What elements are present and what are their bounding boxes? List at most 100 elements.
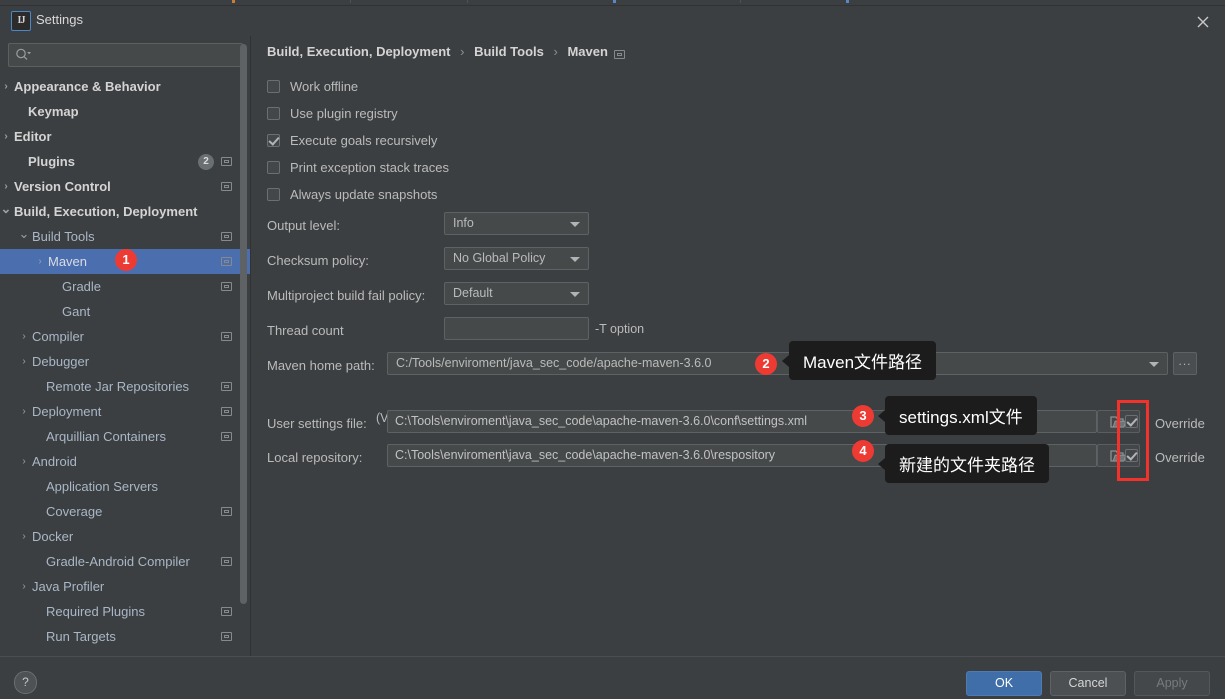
sidebar-item-application-servers[interactable]: Application Servers <box>0 474 250 499</box>
maven-settings-panel: Build, Execution, Deployment › Build Too… <box>251 36 1225 656</box>
sidebar-item-run-targets[interactable]: Run Targets <box>0 624 250 649</box>
chevron-right-icon[interactable]: › <box>18 574 30 599</box>
sidebar-item-gradle[interactable]: Gradle <box>0 274 250 299</box>
bg-tab-marker-3 <box>467 0 468 3</box>
project-scope-icon[interactable] <box>221 607 232 616</box>
project-scope-icon[interactable] <box>221 557 232 566</box>
chevron-down-icon <box>570 222 580 227</box>
output-level-select[interactable]: Info <box>444 212 589 235</box>
ok-button[interactable]: OK <box>966 671 1042 696</box>
user-settings-override-label: Override <box>1155 416 1205 431</box>
chevron-right-icon[interactable]: › <box>18 349 30 374</box>
maven-home-path-combo[interactable]: C:/Tools/enviroment/java_sec_code/apache… <box>387 352 1168 375</box>
search-box[interactable] <box>8 43 243 67</box>
sidebar-item-gradle-android-compiler[interactable]: Gradle-Android Compiler <box>0 549 250 574</box>
sidebar-item-android[interactable]: › Android <box>0 449 250 474</box>
help-button[interactable]: ? <box>14 671 37 694</box>
close-icon[interactable] <box>1191 10 1215 32</box>
maven-home-path-value: C:/Tools/enviroment/java_sec_code/apache… <box>396 356 712 370</box>
multiproject-policy-value: Default <box>453 286 493 300</box>
chevron-right-icon[interactable]: › <box>0 124 12 149</box>
bg-tab-marker-6 <box>846 0 849 3</box>
sidebar-item-debugger[interactable]: › Debugger <box>0 349 250 374</box>
project-scope-icon[interactable] <box>221 432 232 441</box>
checksum-policy-select[interactable]: No Global Policy <box>444 247 589 270</box>
local-repository-override-checkbox[interactable] <box>1122 446 1142 466</box>
project-scope-icon[interactable] <box>221 182 232 191</box>
local-repository-label: Local repository: <box>267 450 363 465</box>
breadcrumb-part-3[interactable]: Maven <box>567 44 607 59</box>
sidebar-item-coverage[interactable]: Coverage <box>0 499 250 524</box>
project-scope-icon[interactable] <box>221 232 232 241</box>
project-scope-icon[interactable] <box>221 282 232 291</box>
project-scope-icon[interactable] <box>221 257 232 266</box>
settings-tree[interactable]: › Appearance & Behavior Keymap › Editor Plugi… <box>0 74 250 656</box>
sidebar-item-gant[interactable]: Gant <box>0 299 250 324</box>
local-repository-value: C:\Tools\enviroment\java_sec_code\apache… <box>395 448 776 462</box>
sidebar-item-label: Plugins <box>28 154 75 169</box>
sidebar-scrollbar[interactable] <box>240 44 247 604</box>
chevron-down-icon <box>1149 362 1159 367</box>
sidebar-item-editor[interactable]: › Editor <box>0 124 250 149</box>
chevron-down-icon[interactable]: ⌄ <box>18 224 30 249</box>
project-scope-icon[interactable] <box>221 157 232 166</box>
chevron-right-icon[interactable]: › <box>0 74 12 99</box>
breadcrumb-part-1[interactable]: Build, Execution, Deployment <box>267 44 450 59</box>
maven-home-browse-button[interactable]: ... <box>1173 352 1197 375</box>
thread-count-input[interactable] <box>444 317 589 340</box>
chevron-right-icon[interactable]: › <box>18 324 30 349</box>
sidebar-item-plugins[interactable]: Plugins 2 <box>0 149 250 174</box>
sidebar-item-build-execution-deployment[interactable]: ⌄ Build, Execution, Deployment <box>0 199 250 224</box>
sidebar-item-appearance-behavior[interactable]: › Appearance & Behavior <box>0 74 250 99</box>
apply-button[interactable]: Apply <box>1134 671 1210 696</box>
breadcrumb-part-2[interactable]: Build Tools <box>474 44 544 59</box>
sidebar-item-required-plugins[interactable]: Required Plugins <box>0 599 250 624</box>
sidebar-item-label: Version Control <box>14 179 111 194</box>
dialog-title: Settings <box>36 12 83 27</box>
project-scope-icon[interactable] <box>221 632 232 641</box>
user-settings-override-checkbox[interactable] <box>1122 412 1142 432</box>
search-input[interactable] <box>39 44 238 66</box>
output-level-label: Output level: <box>267 218 340 233</box>
project-scope-icon[interactable] <box>221 507 232 516</box>
breadcrumb-config-icon[interactable] <box>614 50 625 59</box>
output-level-value: Info <box>453 216 474 230</box>
chevron-right-icon[interactable]: › <box>34 249 46 274</box>
thread-count-hint: -T option <box>595 322 645 336</box>
thread-count-label: Thread count <box>267 323 344 338</box>
breadcrumb-separator-icon: › <box>553 44 558 59</box>
maven-home-browse-label: ... <box>1178 354 1192 368</box>
sidebar-item-label: Application Servers <box>46 479 158 494</box>
project-scope-icon[interactable] <box>221 407 232 416</box>
sidebar-item-docker[interactable]: › Docker <box>0 524 250 549</box>
chevron-down-icon[interactable]: ⌄ <box>0 199 12 224</box>
settings-dialog-window: IJ Settings › Appearance & Behavior Keym… <box>0 0 1225 699</box>
chevron-right-icon[interactable]: › <box>18 524 30 549</box>
chevron-down-icon <box>570 292 580 297</box>
sidebar-item-arquillian-containers[interactable]: Arquillian Containers <box>0 424 250 449</box>
cancel-button[interactable]: Cancel <box>1050 671 1126 696</box>
chevron-right-icon[interactable]: › <box>18 399 30 424</box>
project-scope-icon[interactable] <box>221 382 232 391</box>
checksum-policy-label: Checksum policy: <box>267 253 369 268</box>
annotation-tooltip-3: settings.xml文件 <box>878 396 1037 435</box>
project-scope-icon[interactable] <box>221 332 232 341</box>
multiproject-policy-label: Multiproject build fail policy: <box>267 288 426 303</box>
sidebar-item-label: Remote Jar Repositories <box>46 379 190 394</box>
sidebar-item-label: Required Plugins <box>46 604 146 619</box>
sidebar-item-java-profiler[interactable]: › Java Profiler <box>0 574 250 599</box>
sidebar-item-compiler[interactable]: › Compiler <box>0 324 250 349</box>
annotation-badge-4: 4 <box>852 440 874 462</box>
sidebar-item-deployment[interactable]: › Deployment <box>0 399 250 424</box>
sidebar-item-keymap[interactable]: Keymap <box>0 99 250 124</box>
checkbox-label: Print exception stack traces <box>290 160 449 175</box>
multiproject-policy-select[interactable]: Default <box>444 282 589 305</box>
chevron-right-icon[interactable]: › <box>0 174 12 199</box>
bg-tab-marker-1 <box>232 0 235 3</box>
breadcrumb: Build, Execution, Deployment › Build Too… <box>267 44 608 59</box>
sidebar-item-build-tools[interactable]: ⌄ Build Tools <box>0 224 250 249</box>
sidebar-item-remote-jar-repositories[interactable]: Remote Jar Repositories <box>0 374 250 399</box>
chevron-right-icon[interactable]: › <box>18 449 30 474</box>
sidebar-item-version-control[interactable]: › Version Control <box>0 174 250 199</box>
checkbox-icon <box>267 188 280 201</box>
